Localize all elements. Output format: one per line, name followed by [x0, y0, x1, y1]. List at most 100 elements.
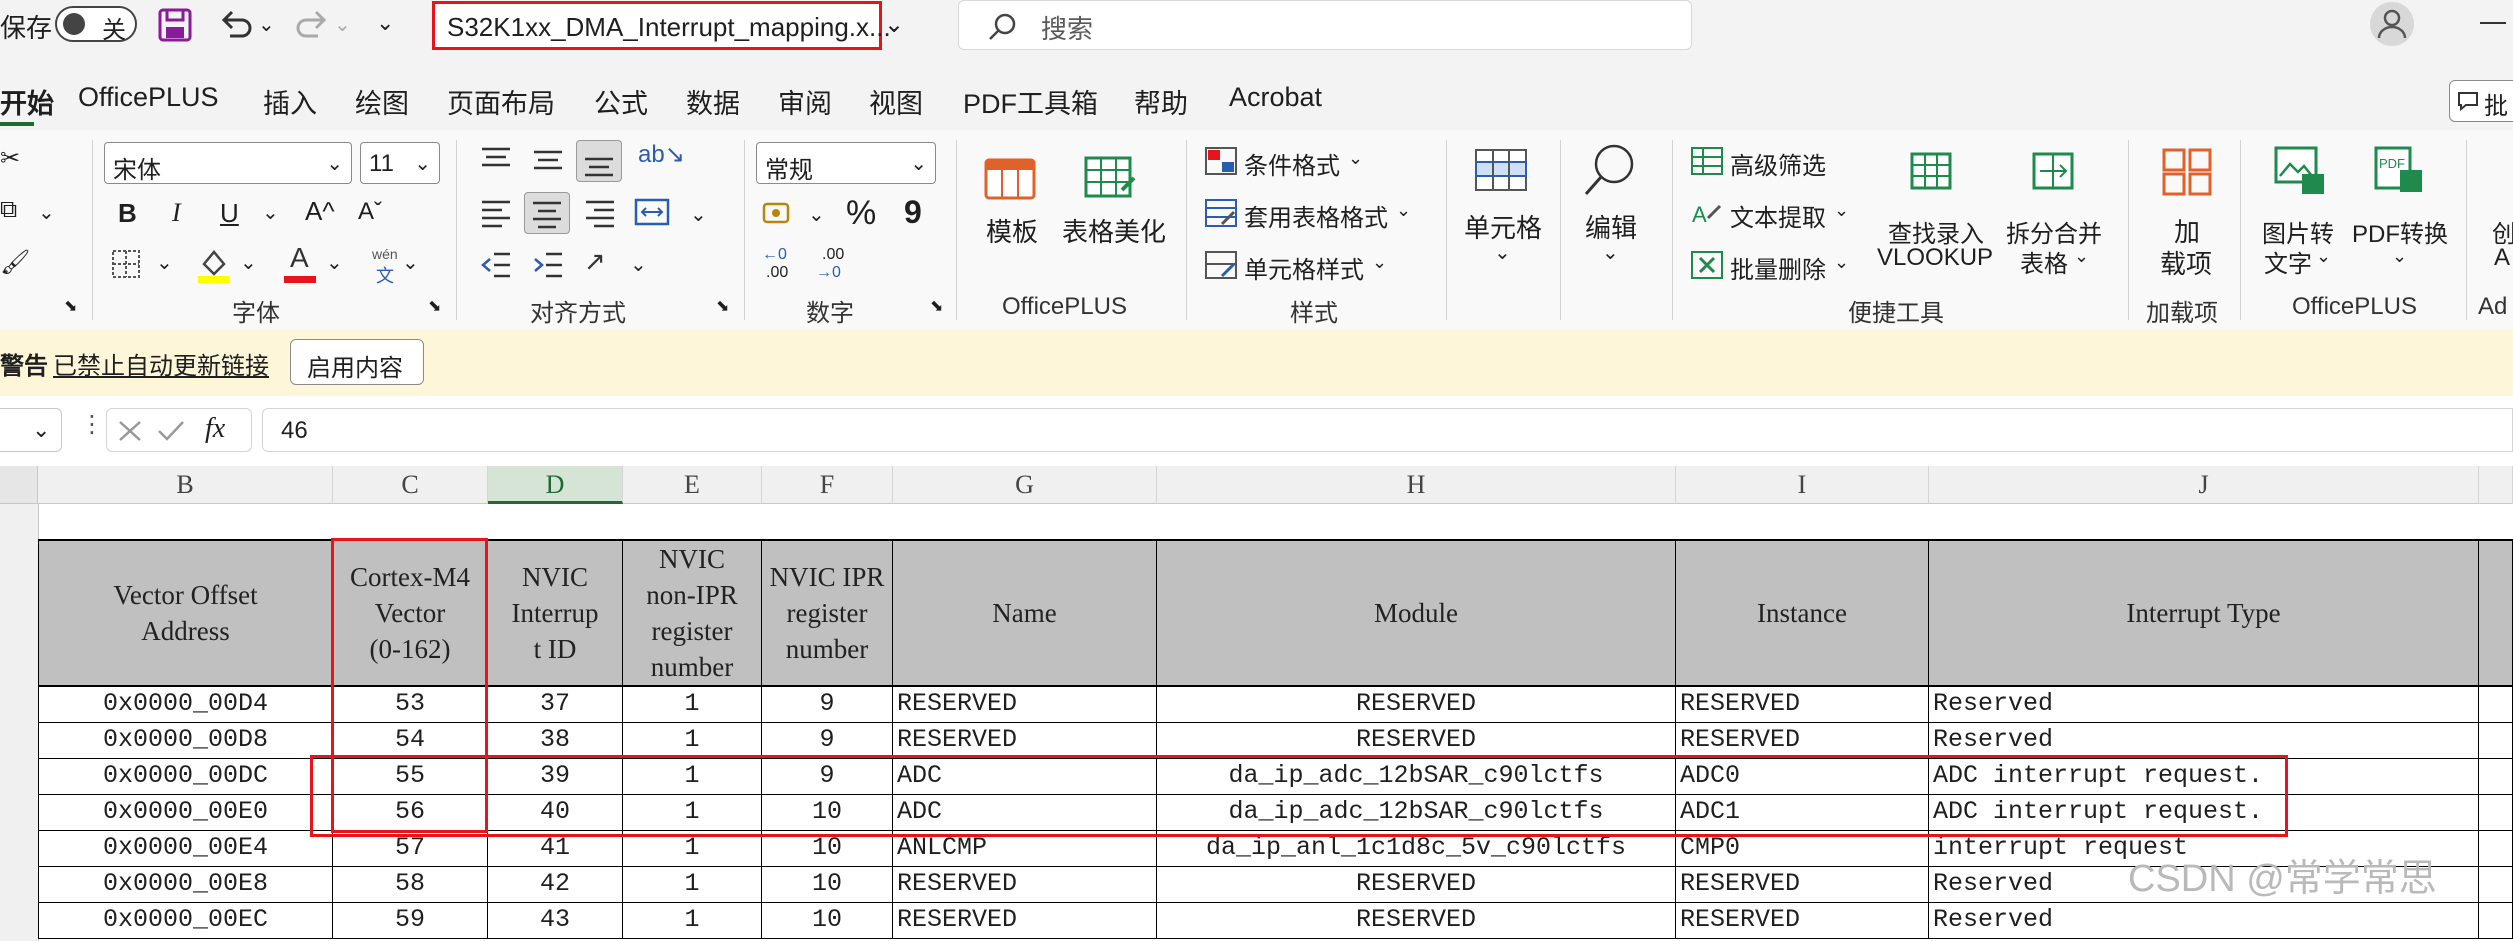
- clipboard-launcher-icon[interactable]: ⬊: [64, 296, 77, 316]
- template-icon[interactable]: [982, 152, 1038, 202]
- table-header-cell[interactable]: Interrupt Type: [1929, 540, 2479, 687]
- percent-button[interactable]: %: [846, 194, 876, 233]
- table-cell[interactable]: 43: [488, 903, 623, 939]
- tab-review[interactable]: 审阅: [778, 82, 832, 121]
- text-extract-icon[interactable]: A: [1690, 198, 1724, 228]
- table-cell[interactable]: RESERVED: [1676, 867, 1929, 903]
- advanced-filter-icon[interactable]: [1690, 146, 1724, 176]
- table-header-cell[interactable]: [2479, 540, 2513, 687]
- batch-delete-icon[interactable]: [1690, 250, 1724, 280]
- table-cell[interactable]: 9: [762, 687, 893, 723]
- table-cell[interactable]: RESERVED: [893, 723, 1157, 759]
- comments-button[interactable]: 批: [2449, 80, 2513, 122]
- table-cell[interactable]: RESERVED: [1676, 687, 1929, 723]
- table-cell[interactable]: CMP0: [1676, 831, 1929, 867]
- conditional-format-dropdown-icon[interactable]: ⌄: [1348, 148, 1363, 169]
- table-format-dropdown-icon[interactable]: ⌄: [1396, 200, 1411, 221]
- table-cell[interactable]: ADC0: [1676, 759, 1929, 795]
- copy-icon[interactable]: ⧉: [0, 196, 17, 224]
- row-header-gutter[interactable]: [0, 466, 39, 941]
- align-top-icon[interactable]: [480, 144, 512, 174]
- table-header-cell[interactable]: Cortex-M4 Vector (0-162): [333, 540, 488, 687]
- text-extract-dropdown-icon[interactable]: ⌄: [1834, 200, 1849, 221]
- phonetic-dropdown-icon[interactable]: ⌄: [402, 250, 419, 275]
- merge-dropdown-icon[interactable]: ⌄: [690, 202, 707, 227]
- table-cell[interactable]: RESERVED: [893, 867, 1157, 903]
- number-format-select[interactable]: 常规 ⌄: [756, 142, 936, 184]
- table-header-cell[interactable]: NVIC IPR register number: [762, 540, 893, 687]
- table-cell[interactable]: 0x0000_00E4: [38, 831, 333, 867]
- table-cell[interactable]: 59: [333, 903, 488, 939]
- font-size-select[interactable]: 11 ⌄: [360, 142, 440, 184]
- cell-style-icon[interactable]: [1204, 250, 1238, 280]
- avatar[interactable]: [2370, 2, 2414, 46]
- table-cell[interactable]: 37: [488, 687, 623, 723]
- save-icon[interactable]: [158, 8, 192, 42]
- table-cell[interactable]: da_ip_anl_1c1d8c_5v_c90lctfs: [1157, 831, 1676, 867]
- table-cell[interactable]: RESERVED: [1157, 723, 1676, 759]
- formula-input[interactable]: 46: [262, 408, 2513, 452]
- increase-font-button[interactable]: A^: [305, 196, 335, 227]
- table-cell[interactable]: 1: [623, 795, 762, 831]
- align-center-button[interactable]: [524, 192, 570, 234]
- border-dropdown-icon[interactable]: ⌄: [156, 250, 173, 275]
- table-cell[interactable]: 54: [333, 723, 488, 759]
- table-cell[interactable]: 41: [488, 831, 623, 867]
- table-cell[interactable]: ANLCMP: [893, 831, 1157, 867]
- table-cell[interactable]: 56: [333, 795, 488, 831]
- table-cell[interactable]: 1: [623, 903, 762, 939]
- table-cell[interactable]: 1: [623, 687, 762, 723]
- table-cell[interactable]: [2479, 795, 2513, 831]
- font-launcher-icon[interactable]: ⬊: [428, 296, 441, 316]
- table-cell[interactable]: 42: [488, 867, 623, 903]
- warning-link[interactable]: 已禁止自动更新链接: [53, 346, 269, 381]
- column-header-f[interactable]: F: [762, 466, 893, 504]
- cell-style-dropdown-icon[interactable]: ⌄: [1372, 252, 1387, 273]
- table-cell[interactable]: RESERVED: [1676, 723, 1929, 759]
- pdf-convert-dropdown-icon[interactable]: ⌄: [2392, 246, 2407, 267]
- table-cell[interactable]: 39: [488, 759, 623, 795]
- text-direction-dropdown-icon[interactable]: ⌄: [630, 252, 647, 277]
- select-all-corner[interactable]: [0, 466, 38, 504]
- customize-toolbar-icon[interactable]: ⌄: [376, 10, 394, 36]
- split-merge-label-2[interactable]: 表格: [2020, 244, 2068, 279]
- table-cell[interactable]: [2479, 687, 2513, 723]
- tab-formulas[interactable]: 公式: [594, 82, 648, 121]
- conditional-format-icon[interactable]: [1204, 146, 1238, 176]
- conditional-format-button[interactable]: 条件格式: [1244, 146, 1340, 181]
- bold-button[interactable]: B: [118, 198, 137, 229]
- alignment-launcher-icon[interactable]: ⬊: [716, 296, 729, 316]
- cell-style-button[interactable]: 单元格样式: [1244, 250, 1364, 285]
- border-icon[interactable]: [110, 248, 142, 280]
- tab-insert[interactable]: 插入: [263, 82, 317, 121]
- filename-box[interactable]: S32K1xx_DMA_Interrupt_mapping.x...: [432, 1, 891, 50]
- number-launcher-icon[interactable]: ⬊: [930, 296, 943, 316]
- decrease-font-button[interactable]: Aˇ: [358, 198, 382, 226]
- table-cell[interactable]: 0x0000_00DC: [38, 759, 333, 795]
- phonetic-icon[interactable]: 文: [376, 262, 394, 288]
- table-cell[interactable]: da_ip_adc_12bSAR_c90lctfs: [1157, 759, 1676, 795]
- redo-icon[interactable]: [294, 8, 330, 42]
- tab-home[interactable]: 开始: [0, 82, 54, 121]
- align-bottom-button[interactable]: [576, 140, 622, 182]
- addins-icon[interactable]: [2160, 146, 2214, 198]
- batch-delete-dropdown-icon[interactable]: ⌄: [1834, 252, 1849, 273]
- table-header-cell[interactable]: NVIC Interrup t ID: [488, 540, 623, 687]
- table-cell[interactable]: da_ip_adc_12bSAR_c90lctfs: [1157, 795, 1676, 831]
- table-format-button[interactable]: 套用表格格式: [1244, 198, 1388, 233]
- increase-decimal-button[interactable]: ←0 .00: [762, 246, 802, 286]
- vlookup-label-2[interactable]: VLOOKUP: [1877, 244, 1993, 272]
- table-header-cell[interactable]: Name: [893, 540, 1157, 687]
- table-cell[interactable]: ADC1: [1676, 795, 1929, 831]
- insert-function-icon[interactable]: fx: [205, 413, 225, 445]
- underline-button[interactable]: U: [220, 198, 239, 229]
- table-cell[interactable]: ADC: [893, 759, 1157, 795]
- table-cell[interactable]: 10: [762, 903, 893, 939]
- fill-color-icon[interactable]: [196, 244, 232, 284]
- italic-button[interactable]: I: [172, 198, 181, 228]
- table-cell[interactable]: 58: [333, 867, 488, 903]
- table-cell[interactable]: 40: [488, 795, 623, 831]
- cells-icon[interactable]: [1472, 140, 1530, 196]
- template-button[interactable]: 模板: [986, 212, 1038, 249]
- column-header-g[interactable]: G: [893, 466, 1157, 504]
